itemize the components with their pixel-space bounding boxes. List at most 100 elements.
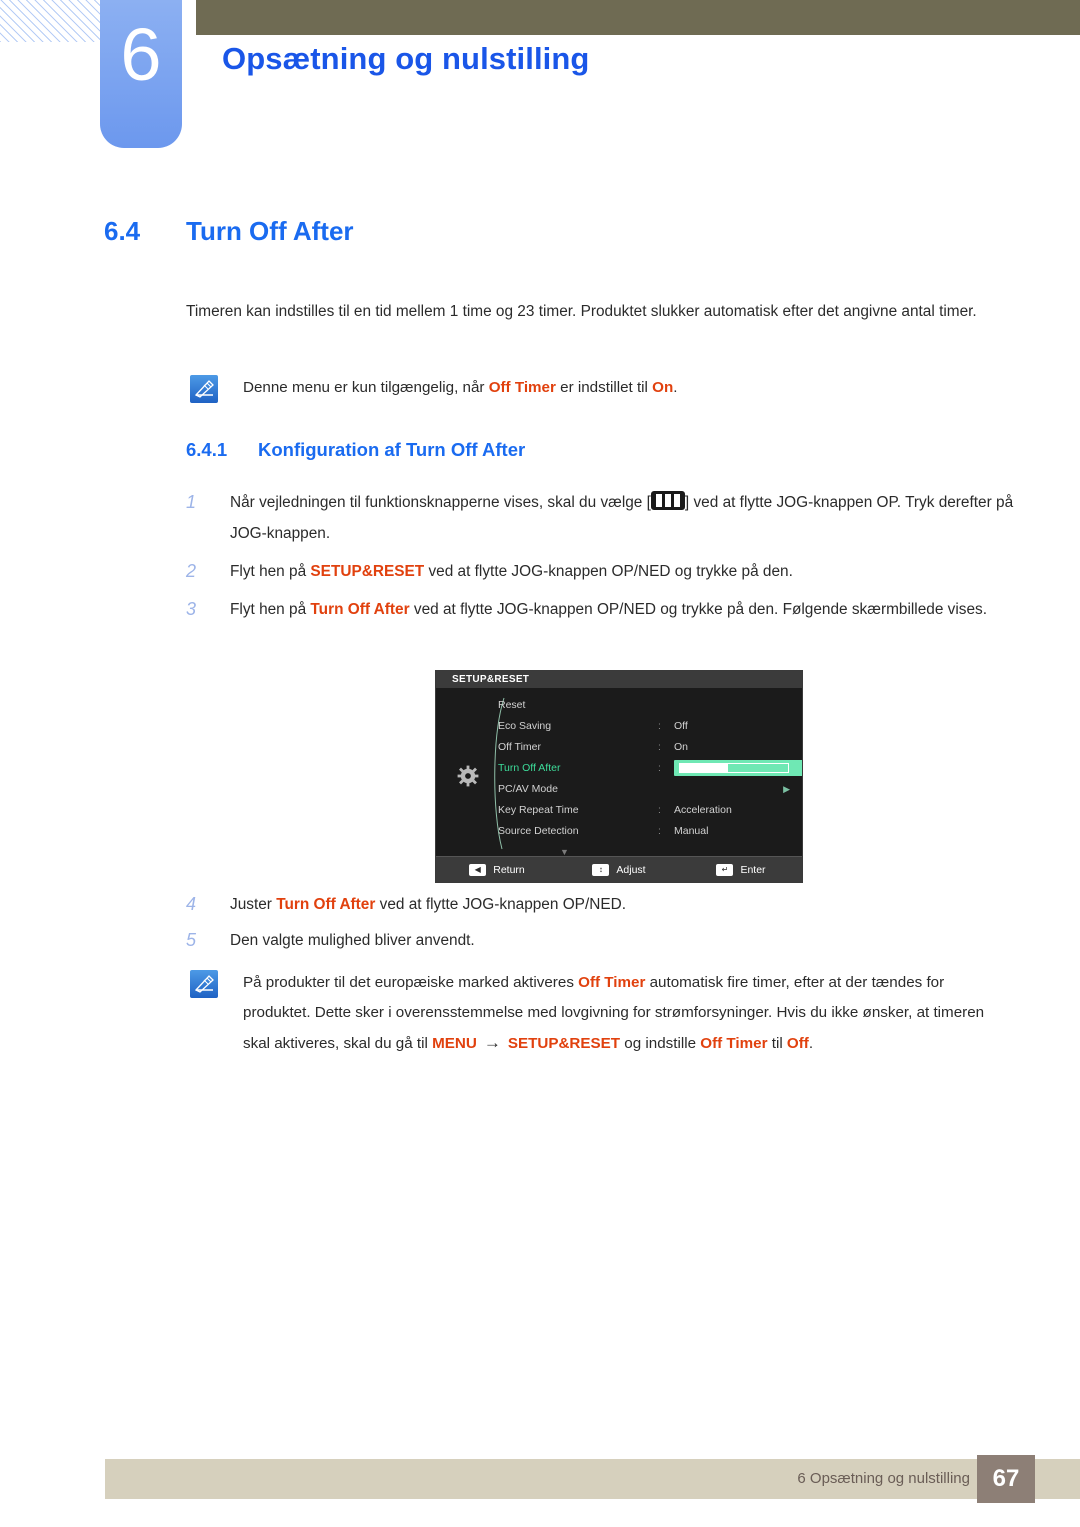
osd-row-separator: :: [658, 825, 661, 837]
osd-row-key-repeat-time[interactable]: Key Repeat Time : Acceleration: [498, 800, 798, 821]
note-1-highlight-1: Off Timer: [488, 379, 556, 396]
step-index: 2: [186, 561, 197, 581]
chevron-right-icon: ▶: [783, 784, 790, 794]
subsection-number: 6.4.1: [186, 439, 228, 460]
turn-off-after-slider[interactable]: 4h: [674, 760, 802, 776]
osd-enter-label: Enter: [740, 863, 766, 876]
osd-row-label: Turn Off After: [498, 762, 561, 774]
osd-row-value: On: [674, 741, 689, 753]
section-number: 6.4: [104, 216, 141, 246]
osd-row-pc-av-mode[interactable]: PC/AV Mode ▶: [498, 779, 798, 800]
osd-row-eco-saving[interactable]: Eco Saving : Off: [498, 716, 798, 737]
step-3-text-a: Flyt hen på: [230, 601, 311, 618]
osd-row-label: Off Timer: [498, 741, 541, 753]
step-item: 3 Flyt hen på Turn Off After ved at flyt…: [186, 594, 1016, 625]
note-pen-icon: [190, 970, 218, 998]
chapter-number: 6: [120, 13, 162, 96]
gear-icon: [457, 765, 479, 787]
osd-row-label: PC/AV Mode: [498, 783, 558, 795]
osd-row-reset[interactable]: Reset: [498, 695, 798, 716]
osd-return-button[interactable]: ◀ Return: [436, 863, 558, 876]
header-hatch-decoration: [0, 0, 112, 42]
step-text: Flyt hen på SETUP&RESET ved at flytte JO…: [230, 556, 1016, 587]
note-block-2: På produkter til det europæiske marked a…: [186, 968, 1010, 1059]
osd-footer-bar: ◀ Return ↕ Adjust ↵ Enter: [436, 856, 802, 882]
step-item: 5 Den valgte mulighed bliver anvendt.: [186, 925, 1016, 956]
osd-title: SETUP&RESET: [436, 671, 802, 688]
intro-paragraph: Timeren kan indstilles til en tid mellem…: [186, 303, 977, 320]
osd-row-separator: :: [658, 804, 661, 816]
note-2-highlight-setup-reset: SETUP&RESET: [507, 1035, 621, 1052]
note-2-highlight-1: Off Timer: [578, 974, 646, 991]
osd-row-off-timer[interactable]: Off Timer : On: [498, 737, 798, 758]
osd-row-source-detection[interactable]: Source Detection : Manual: [498, 821, 798, 842]
osd-row-separator: :: [658, 762, 661, 774]
subsection-heading: 6.4.1 Konfiguration af Turn Off After: [186, 439, 525, 461]
osd-row-label: Reset: [498, 699, 526, 711]
osd-enter-button[interactable]: ↵ Enter: [680, 863, 802, 876]
osd-row-value: Manual: [674, 825, 709, 837]
step-item: 2 Flyt hen på SETUP&RESET ved at flytte …: [186, 556, 1016, 587]
step-3-highlight: Turn Off After: [310, 601, 410, 618]
step-index: 4: [186, 894, 197, 914]
slider-fill: [680, 764, 728, 772]
osd-row-separator: :: [658, 741, 661, 753]
page-footer-bar: 6 Opsætning og nulstilling 67: [105, 1455, 1080, 1503]
right-arrow-icon: →: [483, 1033, 501, 1052]
note-1-highlight-2: On: [652, 379, 674, 396]
step-4-text-a: Juster: [230, 896, 277, 913]
step-4-highlight: Turn Off After: [276, 896, 376, 913]
header-olive-bar: [196, 0, 1080, 35]
note-pen-icon: [190, 375, 218, 403]
osd-row-label: Source Detection: [498, 825, 579, 837]
osd-return-label: Return: [493, 863, 525, 876]
osd-adjust-label: Adjust: [616, 863, 646, 876]
up-down-arrow-icon: ↕: [592, 863, 610, 876]
note-2-highlight-off-timer: Off Timer: [700, 1035, 768, 1052]
step-2-text-a: Flyt hen på: [230, 563, 311, 580]
note-2-text-a: På produkter til det europæiske marked a…: [243, 974, 579, 991]
osd-adjust-button[interactable]: ↕ Adjust: [558, 863, 680, 876]
step-text: Den valgte mulighed bliver anvendt.: [230, 932, 475, 949]
enter-arrow-icon: ↵: [716, 863, 734, 876]
menu-bars-icon: [650, 491, 685, 510]
osd-option-list: Reset Eco Saving : Off Off Timer : On Tu…: [498, 695, 802, 842]
note-2-text-end: .: [808, 1035, 814, 1052]
note-block-1: Denne menu er kun tilgængelig, når Off T…: [186, 373, 1010, 403]
note-2-highlight-menu: MENU: [432, 1035, 477, 1052]
osd-row-value: Acceleration: [674, 804, 732, 816]
note-1-text-mid: er indstillet til: [555, 379, 653, 396]
subsection-title: Konfiguration af Turn Off After: [258, 439, 526, 460]
step-index: 3: [186, 599, 197, 619]
note-2-highlight-off: Off: [786, 1035, 809, 1052]
step-item: 4 Juster Turn Off After ved at flytte JO…: [186, 889, 1016, 920]
step-index: 5: [186, 930, 197, 950]
chapter-title: Opsætning og nulstilling: [222, 41, 590, 76]
step-text: Flyt hen på Turn Off After ved at flytte…: [230, 594, 1016, 625]
note-2-text-mid: og indstille: [620, 1035, 701, 1052]
section-heading: 6.4 Turn Off After: [104, 216, 354, 247]
note-1-text-before: Denne menu er kun tilgængelig, når: [243, 379, 489, 396]
chapter-tab: 6: [100, 0, 182, 148]
step-1-text-a: Når vejledningen til funktionsknapperne …: [230, 494, 651, 511]
note-1-text: Denne menu er kun tilgængelig, når Off T…: [243, 373, 1010, 403]
step-text: Når vejledningen til funktionsknapperne …: [230, 487, 1016, 549]
note-2-text: På produkter til det europæiske marked a…: [243, 968, 1010, 1059]
left-triangle-icon: ◀: [469, 863, 487, 876]
step-item: 1 Når vejledningen til funktionsknappern…: [186, 487, 1016, 549]
osd-row-turn-off-after[interactable]: Turn Off After : 4h: [498, 758, 802, 779]
page-footer-text: 6 Opsætning og nulstilling: [797, 1470, 970, 1487]
step-4-text-b: ved at flytte JOG-knappen OP/NED.: [375, 896, 626, 913]
step-2-text-b: ved at flytte JOG-knappen OP/NED og tryk…: [424, 563, 793, 580]
step-index: 1: [186, 492, 197, 512]
page-number-badge: 67: [977, 1455, 1035, 1503]
osd-row-label: Eco Saving: [498, 720, 552, 732]
osd-row-label: Key Repeat Time: [498, 804, 579, 816]
step-2-highlight: SETUP&RESET: [310, 563, 425, 580]
note-1-text-after: .: [673, 379, 678, 396]
step-3-text-b: ved at flytte JOG-knappen OP/NED og tryk…: [409, 601, 987, 618]
section-title: Turn Off After: [186, 216, 354, 246]
osd-menu-screenshot: SETUP&RESET Reset Eco Saving: Off Off T…: [435, 670, 803, 883]
slider-trough: [679, 763, 789, 773]
step-text: Juster Turn Off After ved at flytte JOG-…: [230, 889, 1016, 920]
